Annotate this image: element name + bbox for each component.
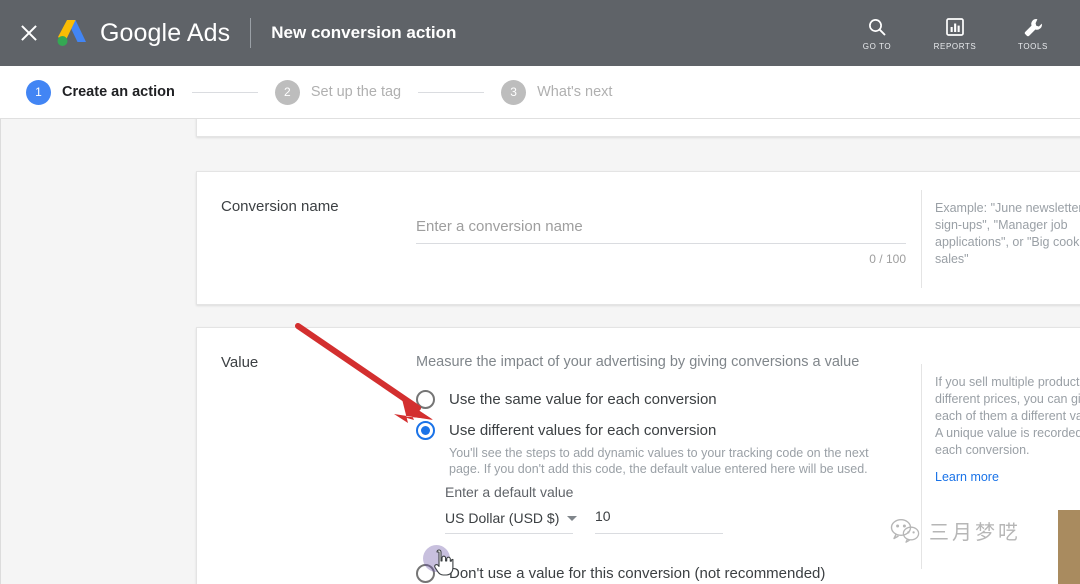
step-3-number: 3: [501, 80, 526, 105]
page-content: Other Conversion name 0 / 100 Example: "…: [0, 119, 1080, 584]
google-ads-logo: [56, 18, 90, 48]
goto-button[interactable]: GO TO: [850, 15, 904, 51]
reports-button[interactable]: REPORTS: [928, 15, 982, 51]
value-option-different-values-label: Use different values for each conversion: [449, 421, 716, 440]
value-option-different-values-sub-1: You'll see the steps to add dynamic valu…: [449, 445, 869, 461]
app-bar: Google Ads New conversion action GO TO: [0, 0, 1080, 66]
conversion-category-card-clipped: Other: [196, 119, 1080, 137]
step-2-label: Set up the tag: [311, 84, 401, 100]
conversion-name-field-wrap: 0 / 100: [416, 218, 906, 266]
step-1-label: Create an action: [62, 84, 175, 100]
tools-icon: [1023, 15, 1044, 39]
currency-select[interactable]: US Dollar (USD $): [445, 510, 573, 534]
value-option-different-values-sub-2: page. If you don't add this code, the de…: [449, 461, 868, 477]
tools-button[interactable]: TOOLS: [1006, 15, 1060, 51]
conversion-name-counter: 0 / 100: [416, 252, 906, 266]
wizard-stepper: 1 Create an action 2 Set up the tag 3 Wh…: [0, 66, 1080, 119]
conversion-name-help-line-1: Example: "June newsletter: [935, 200, 1080, 217]
conversion-name-card: Conversion name 0 / 100 Example: "June n…: [196, 171, 1080, 305]
value-option-different-values[interactable]: Use different values for each conversion: [416, 421, 716, 440]
step-whats-next[interactable]: 3 What's next: [501, 80, 612, 105]
value-help-line-5: each conversion.: [935, 442, 1030, 459]
value-title: Value: [221, 354, 258, 371]
step-set-up-the-tag[interactable]: 2 Set up the tag: [275, 80, 401, 105]
search-icon: [867, 15, 887, 39]
default-amount-underline: [595, 508, 723, 534]
step-create-an-action[interactable]: 1 Create an action: [26, 80, 175, 105]
page-title: New conversion action: [271, 23, 456, 43]
radio-same-value[interactable]: [416, 390, 435, 409]
default-value-label: Enter a default value: [445, 484, 573, 500]
conversion-name-underline: [416, 218, 906, 244]
conversion-name-help-line-4: sales": [935, 251, 969, 268]
value-help-line-2: different prices, you can give: [935, 391, 1080, 408]
watermark-qr-block: [1058, 510, 1080, 584]
value-option-no-value-label: Don't use a value for this conversion (n…: [449, 564, 825, 583]
conversion-name-divider: [921, 190, 922, 288]
default-value-row: US Dollar (USD $): [445, 508, 723, 534]
currency-select-value: US Dollar (USD $): [445, 510, 559, 526]
reports-icon: [945, 15, 965, 39]
value-help-line-1: If you sell multiple products at: [935, 374, 1080, 391]
value-learn-more-link[interactable]: Learn more: [935, 470, 999, 484]
conversion-name-title: Conversion name: [221, 198, 339, 215]
step-3-label: What's next: [537, 84, 612, 100]
chevron-down-icon: [567, 516, 577, 521]
radio-different-values[interactable]: [416, 421, 435, 440]
conversion-name-input[interactable]: [416, 218, 906, 235]
step-connector-2: [418, 92, 484, 93]
value-description: Measure the impact of your advertising b…: [416, 354, 859, 370]
value-option-no-value[interactable]: Don't use a value for this conversion (n…: [416, 564, 825, 583]
value-help-line-4: A unique value is recorded for: [935, 425, 1080, 442]
brand-name: Google Ads: [100, 19, 230, 48]
default-amount-input[interactable]: [595, 508, 723, 524]
tools-label: TOOLS: [1018, 42, 1048, 51]
value-help-divider: [921, 364, 922, 569]
appbar-divider: [250, 18, 251, 48]
conversion-name-help-line-2: sign-ups", "Manager job: [935, 217, 1068, 234]
value-card: Value Measure the impact of your adverti…: [196, 327, 1080, 584]
conversion-name-help-line-3: applications", or "Big cookie: [935, 234, 1080, 251]
value-option-same-value-label: Use the same value for each conversion: [449, 390, 717, 409]
step-connector-1: [192, 92, 258, 93]
google-ads-new-conversion-action-page: Google Ads New conversion action GO TO: [0, 0, 1080, 584]
content-left-rail: [0, 119, 1, 584]
reports-label: REPORTS: [934, 42, 977, 51]
appbar-actions: GO TO REPORTS: [850, 15, 1066, 51]
value-option-same-value[interactable]: Use the same value for each conversion: [416, 390, 717, 409]
radio-no-value[interactable]: [416, 564, 435, 583]
value-help-line-3: each of them a different value.: [935, 408, 1080, 425]
goto-label: GO TO: [863, 42, 892, 51]
step-2-number: 2: [275, 80, 300, 105]
step-1-number: 1: [26, 80, 51, 105]
close-icon[interactable]: [16, 20, 42, 46]
